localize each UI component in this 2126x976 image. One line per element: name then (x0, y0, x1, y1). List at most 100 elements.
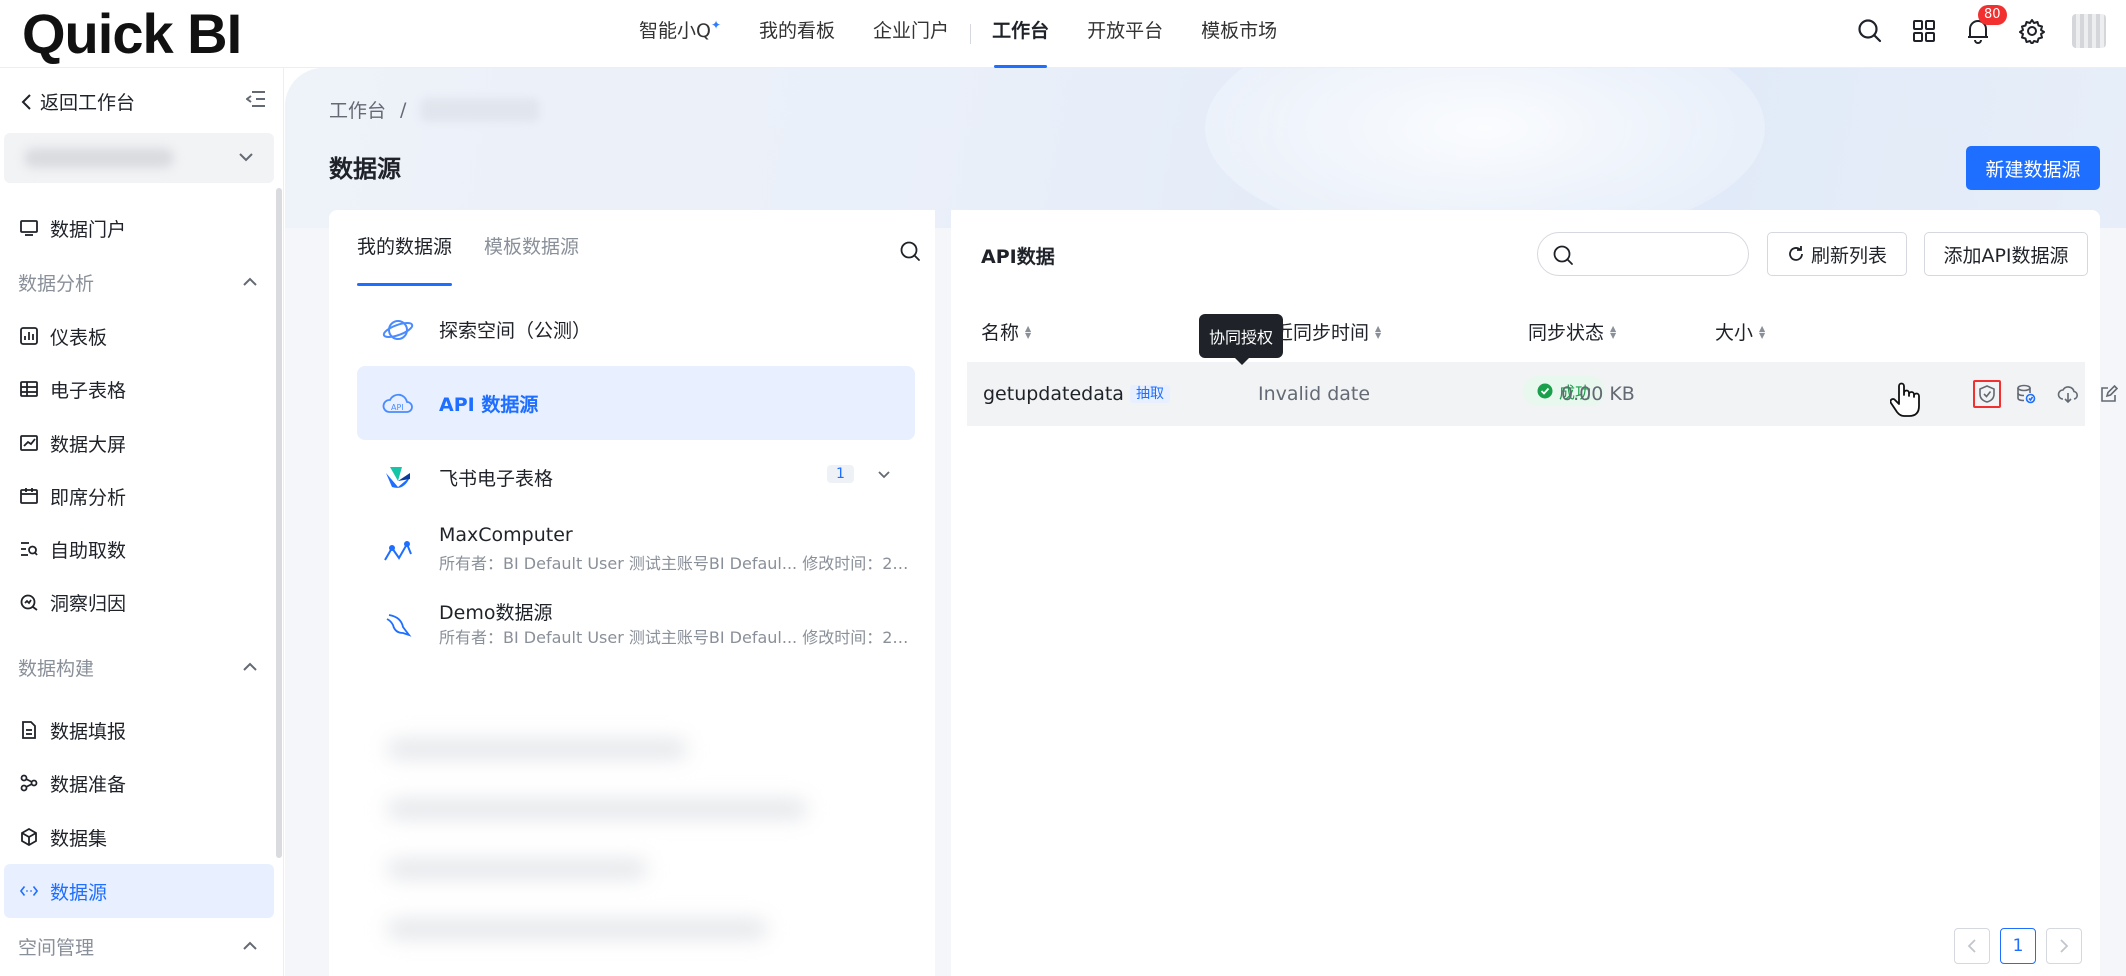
sidebar-group-build[interactable]: 数据构建 (18, 647, 258, 687)
table-search-field[interactable] (1537, 232, 1749, 276)
sidebar-item-label: 自助取数 (50, 539, 127, 562)
tab-template-datasources[interactable]: 模板数据源 (484, 232, 579, 286)
sidebar-group-label: 空间管理 (18, 936, 95, 959)
sparkle-icon: ✦ (710, 18, 722, 32)
datasource-item-explore[interactable]: 探索空间（公测） (357, 292, 915, 366)
column-label: 名称 (981, 322, 1020, 344)
pagination-prev-button[interactable] (1954, 928, 1990, 964)
collab-auth-action-icon[interactable] (1973, 380, 2001, 408)
datasource-name: Demo数据源 (439, 602, 553, 624)
nav-divider (970, 24, 972, 44)
sidebar-item-dashboard[interactable]: 仪表板 (20, 316, 107, 356)
gear-icon[interactable] (2018, 17, 2046, 45)
sidebar-item-fill[interactable]: 数据填报 (20, 710, 126, 750)
maxcompute-icon (381, 538, 415, 566)
search-input[interactable] (1582, 243, 1732, 263)
extract-tag: 抽取 (1129, 385, 1170, 403)
nav-my-boards[interactable]: 我的看板 (740, 0, 854, 68)
datasource-count-badge: 1 (827, 465, 854, 483)
column-header-status[interactable]: 同步状态 ▲ ▼ (1528, 318, 1616, 345)
datasource-item-demo[interactable]: Demo数据源 所有者：BI Default User 测试主账号BI Defa… (357, 588, 915, 662)
main-area: 工作台 / 数据源 新建数据源 我的数据源 模板数据源 探索空间（公测） API… (285, 68, 2126, 976)
chevron-right-icon (2060, 939, 2069, 953)
avatar[interactable] (2072, 14, 2106, 48)
sidebar-item-label: 洞察归因 (50, 592, 127, 615)
cloud-download-icon[interactable] (2054, 380, 2082, 408)
table-icon (20, 380, 38, 398)
chevron-down-icon[interactable] (877, 467, 891, 481)
monitor-icon (20, 219, 38, 237)
nav-open-platform[interactable]: 开放平台 (1068, 0, 1182, 68)
cube-icon (20, 828, 38, 846)
nav-smart-q[interactable]: 智能小Q✦ (620, 0, 740, 68)
sidebar-group-label: 数据构建 (18, 657, 95, 680)
sidebar-item-datasource[interactable]: 数据源 (20, 871, 107, 911)
sidebar-item-bigscreen[interactable]: 数据大屏 (20, 423, 126, 463)
bar-chart-icon (20, 327, 38, 345)
search-icon[interactable] (1856, 17, 1884, 45)
planet-icon (381, 316, 415, 344)
sidebar-item-dataset[interactable]: 数据集 (20, 817, 107, 857)
sidebar-item-label: 数据准备 (50, 773, 127, 796)
edit-icon[interactable] (2095, 380, 2123, 408)
nav-workbench[interactable]: 工作台 (973, 0, 1068, 68)
datasource-item-maxcomputer[interactable]: MaxComputer 所有者：BI Default User 测试主账号BI … (357, 514, 915, 588)
nav-portal[interactable]: 企业门户 (854, 0, 968, 68)
mysql-dolphin-icon (381, 612, 415, 640)
row-last-sync: Invalid date (1258, 383, 1371, 405)
sidebar-item-label: 数据填报 (50, 720, 127, 743)
chevron-left-icon (21, 93, 31, 110)
sidebar: 返回工作台 数据门户 数据分析 仪表板 电子表格 数据大屏 即席分析 自助取数 … (0, 68, 284, 976)
search-icon[interactable] (899, 240, 921, 266)
notification-badge: 80 (1978, 5, 2007, 25)
insight-icon (20, 593, 38, 611)
row-name: getupdatedata (983, 383, 1124, 405)
line-chart-icon (20, 434, 38, 452)
refresh-list-button[interactable]: 刷新列表 (1767, 232, 1907, 276)
new-datasource-button[interactable]: 新建数据源 (1966, 146, 2100, 190)
datasource-item-api[interactable]: API API 数据源 (357, 366, 915, 440)
column-label: 大小 (1715, 322, 1754, 344)
datasource-tabs: 我的数据源 模板数据源 (357, 232, 579, 286)
datasource-list-panel: 我的数据源 模板数据源 探索空间（公测） API API 数据源 飞书电子表格 … (329, 210, 935, 976)
logo[interactable]: Quick BI (22, 6, 242, 62)
sidebar-group-label: 数据分析 (18, 272, 95, 295)
breadcrumb-root[interactable]: 工作台 (329, 96, 386, 123)
nav-template-market[interactable]: 模板市场 (1182, 0, 1296, 68)
sidebar-group-space[interactable]: 空间管理 (18, 926, 258, 966)
sidebar-item-selfservice[interactable]: 自助取数 (20, 529, 126, 569)
pagination-page[interactable]: 1 (2000, 928, 2036, 964)
sidebar-item-label: 电子表格 (50, 379, 127, 402)
sidebar-item-spreadsheet[interactable]: 电子表格 (20, 369, 126, 409)
bell-icon[interactable]: 80 (1964, 5, 2007, 45)
column-header-name[interactable]: 名称 ▲ ▼ (981, 318, 1031, 345)
sidebar-group-analysis[interactable]: 数据分析 (18, 262, 258, 302)
sidebar-item-prep[interactable]: 数据准备 (20, 763, 126, 803)
sidebar-item-insight[interactable]: 洞察归因 (20, 582, 126, 622)
sort-icon: ▲ ▼ (1375, 323, 1382, 340)
sidebar-item-portal[interactable]: 数据门户 (20, 208, 126, 248)
hero-background (285, 68, 2126, 248)
page-title: 数据源 (329, 155, 401, 183)
back-to-workbench-button[interactable]: 返回工作台 (20, 88, 135, 115)
pagination-next-button[interactable] (2046, 928, 2082, 964)
column-header-size[interactable]: 大小 ▲ ▼ (1715, 318, 1765, 345)
row-name-cell: getupdatedata 抽取 (983, 383, 1170, 405)
sidebar-item-adhoc[interactable]: 即席分析 (20, 476, 126, 516)
sort-icon: ▲ ▼ (1610, 323, 1617, 340)
sidebar-item-label: 数据源 (50, 881, 108, 904)
database-sync-icon[interactable] (2012, 380, 2040, 408)
datasource-name: 飞书电子表格 (439, 468, 554, 490)
collapse-sidebar-icon[interactable] (245, 90, 266, 112)
add-api-datasource-button[interactable]: 添加API数据源 (1924, 232, 2088, 276)
apps-grid-icon[interactable] (1910, 17, 1938, 45)
api-link-icon (20, 882, 38, 900)
top-nav: 智能小Q✦ 我的看板 企业门户 工作台 开放平台 模板市场 (620, 0, 1296, 68)
refresh-label: 刷新列表 (1810, 244, 1887, 267)
hand-cursor-icon (1889, 382, 1920, 422)
workspace-select[interactable] (4, 133, 274, 183)
tab-my-datasources[interactable]: 我的数据源 (357, 232, 453, 286)
api-data-panel: API数据 刷新列表 添加API数据源 名称 ▲ ▼ 最近同步时间 ▲ ▼ 同步状态 ▲ ▼… (951, 210, 2118, 976)
sidebar-scrollbar[interactable] (276, 188, 282, 858)
datasource-item-feishu[interactable]: 飞书电子表格 1 (357, 440, 915, 514)
